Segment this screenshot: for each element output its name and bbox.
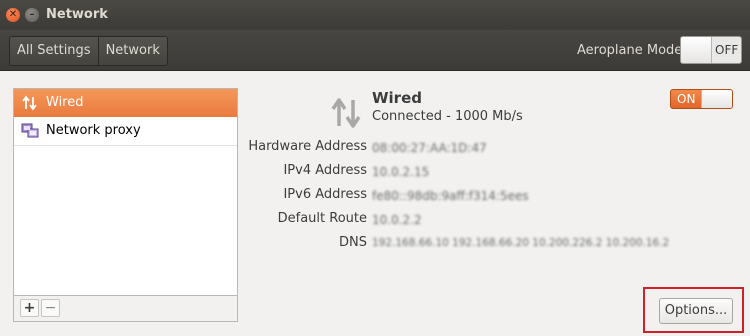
- list-divider: [14, 145, 237, 146]
- connection-status: Connected - 1000 Mb/s: [372, 109, 523, 124]
- aeroplane-mode-label: Aeroplane Mode: [577, 43, 683, 58]
- ipv4-address-label: IPv4 Address: [283, 163, 367, 178]
- header-toolbar: All Settings Network Aeroplane Mode OFF: [0, 30, 750, 71]
- sidebar-item-label: Wired: [46, 95, 84, 110]
- dns-value: 192.168.66.10 192.168.66.20 10.200.226.2…: [372, 237, 670, 249]
- sidebar-item-wired[interactable]: Wired: [14, 89, 237, 117]
- sidebar-item-label: Network proxy: [46, 123, 141, 138]
- breadcrumb: All Settings Network: [9, 36, 168, 66]
- breadcrumb-network[interactable]: Network: [97, 37, 167, 65]
- close-window-button[interactable]: ✕: [6, 8, 20, 22]
- dns-label: DNS: [339, 235, 367, 250]
- wired-switch-state: ON: [677, 92, 696, 106]
- hardware-address-label: Hardware Address: [248, 139, 367, 154]
- ipv6-address-value: fe80::98db:9aff:f314:5ees: [372, 189, 529, 203]
- ipv6-address-label: IPv6 Address: [283, 187, 367, 202]
- sidebar-item-network-proxy[interactable]: Network proxy: [14, 117, 237, 145]
- wired-connection-switch[interactable]: ON: [670, 89, 733, 109]
- wired-arrows-icon: [22, 95, 37, 111]
- breadcrumb-all-settings[interactable]: All Settings: [10, 37, 98, 65]
- device-name: Wired: [372, 89, 422, 107]
- options-button[interactable]: Options...: [659, 298, 733, 324]
- default-route-label: Default Route: [277, 211, 367, 226]
- hardware-address-value: 08:00:27:AA:1D:47: [372, 141, 487, 155]
- switch-knob: [681, 37, 712, 63]
- window-title: Network: [46, 7, 108, 22]
- wired-device-icon: [331, 98, 361, 128]
- default-route-value: 10.0.2.2: [372, 213, 422, 227]
- minimize-window-button[interactable]: –: [25, 8, 39, 22]
- ipv4-address-value: 10.0.2.15: [372, 165, 430, 179]
- aeroplane-mode-switch[interactable]: OFF: [680, 36, 742, 64]
- network-proxy-icon: [21, 123, 39, 138]
- connection-list: Wired Network proxy: [13, 88, 238, 296]
- switch-knob: [701, 90, 732, 108]
- remove-connection-button[interactable]: −: [41, 299, 60, 317]
- list-actions: + −: [13, 296, 238, 322]
- aeroplane-switch-state: OFF: [715, 43, 739, 57]
- add-connection-button[interactable]: +: [20, 299, 39, 317]
- window-titlebar: ✕ – Network: [0, 0, 750, 30]
